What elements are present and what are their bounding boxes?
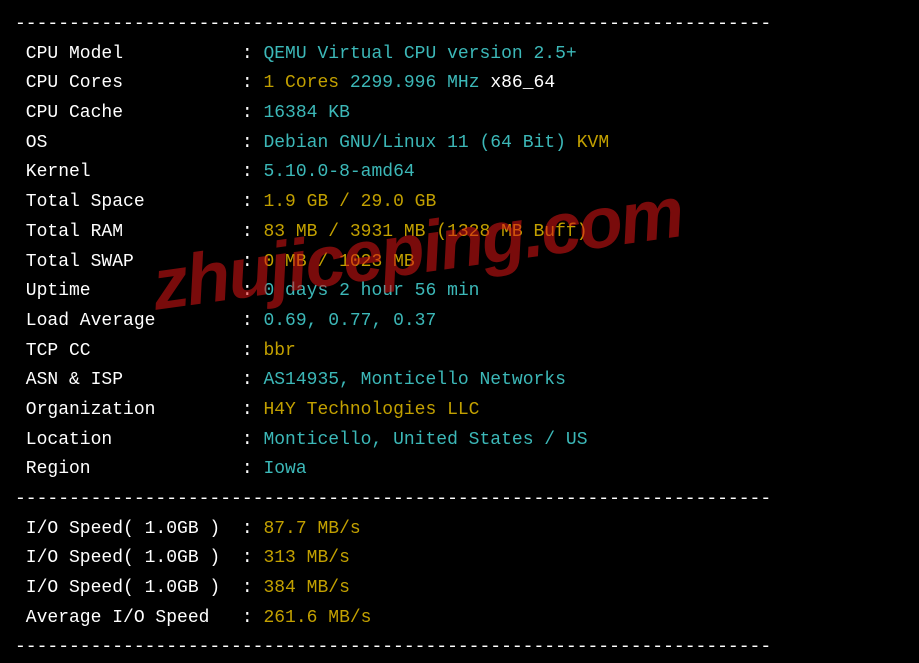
row-separator: :: [242, 162, 264, 182]
row-separator: :: [242, 311, 264, 331]
row-value: 0 MB / 1023 MB: [263, 252, 414, 272]
row-label: I/O Speed( 1.0GB ): [15, 519, 242, 539]
row-separator: :: [242, 459, 264, 479]
info-row: TCP CC : bbr: [15, 337, 904, 367]
row-value: 384 MB/s: [263, 578, 349, 598]
row-label: OS: [15, 133, 242, 153]
row-label: CPU Cores: [15, 73, 242, 93]
info-row: I/O Speed( 1.0GB ) : 384 MB/s: [15, 574, 904, 604]
info-row: CPU Cores : 1 Cores 2299.996 MHz x86_64: [15, 69, 904, 99]
info-row: Total RAM : 83 MB / 3931 MB (1328 MB Buf…: [15, 218, 904, 248]
row-label: Total Space: [15, 192, 242, 212]
info-row: Total Space : 1.9 GB / 29.0 GB: [15, 188, 904, 218]
row-label: Total RAM: [15, 222, 242, 242]
row-value: 1.9 GB / 29.0 GB: [263, 192, 436, 212]
info-row: Kernel : 5.10.0-8-amd64: [15, 158, 904, 188]
info-row: Average I/O Speed : 261.6 MB/s: [15, 604, 904, 634]
row-value: Monticello, United States / US: [263, 430, 587, 450]
row-value: Iowa: [263, 459, 306, 479]
info-row: Total SWAP : 0 MB / 1023 MB: [15, 248, 904, 278]
row-separator: :: [242, 44, 264, 64]
row-value: 261.6 MB/s: [263, 608, 371, 628]
row-label: Region: [15, 459, 242, 479]
row-label: Total SWAP: [15, 252, 242, 272]
row-separator: :: [242, 103, 264, 123]
row-value: 83 MB / 3931 MB (1328 MB Buff): [263, 222, 587, 242]
row-value: H4Y Technologies LLC: [263, 400, 479, 420]
row-separator: :: [242, 578, 264, 598]
row-separator: :: [242, 400, 264, 420]
info-row: Organization : H4Y Technologies LLC: [15, 396, 904, 426]
row-value: 2299.996 MHz: [350, 73, 490, 93]
row-separator: :: [242, 192, 264, 212]
row-value: KVM: [577, 133, 609, 153]
row-separator: :: [242, 133, 264, 153]
row-label: Load Average: [15, 311, 242, 331]
row-label: Uptime: [15, 281, 242, 301]
row-label: ASN & ISP: [15, 370, 242, 390]
row-label: Kernel: [15, 162, 242, 182]
row-separator: :: [242, 519, 264, 539]
row-value: 87.7 MB/s: [263, 519, 360, 539]
row-value: 5.10.0-8-amd64: [263, 162, 414, 182]
info-row: I/O Speed( 1.0GB ) : 87.7 MB/s: [15, 515, 904, 545]
row-value: Debian GNU/Linux 11 (64 Bit): [263, 133, 576, 153]
row-value: QEMU Virtual CPU version 2.5+: [263, 44, 576, 64]
row-label: TCP CC: [15, 341, 242, 361]
row-separator: :: [242, 222, 264, 242]
info-row: ASN & ISP : AS14935, Monticello Networks: [15, 366, 904, 396]
io-speed-section: I/O Speed( 1.0GB ) : 87.7 MB/s I/O Speed…: [15, 515, 904, 634]
row-separator: :: [242, 341, 264, 361]
divider-top: ----------------------------------------…: [15, 10, 904, 40]
row-separator: :: [242, 252, 264, 272]
info-row: Load Average : 0.69, 0.77, 0.37: [15, 307, 904, 337]
row-value: 313 MB/s: [263, 548, 349, 568]
row-separator: :: [242, 281, 264, 301]
info-row: I/O Speed( 1.0GB ) : 313 MB/s: [15, 544, 904, 574]
row-label: Location: [15, 430, 242, 450]
row-label: Average I/O Speed: [15, 608, 242, 628]
info-row: Uptime : 0 days 2 hour 56 min: [15, 277, 904, 307]
row-label: I/O Speed( 1.0GB ): [15, 578, 242, 598]
row-value: 16384 KB: [263, 103, 349, 123]
info-row: Location : Monticello, United States / U…: [15, 426, 904, 456]
row-separator: :: [242, 370, 264, 390]
info-row: Region : Iowa: [15, 455, 904, 485]
row-separator: :: [242, 548, 264, 568]
row-label: Organization: [15, 400, 242, 420]
info-row: CPU Model : QEMU Virtual CPU version 2.5…: [15, 40, 904, 70]
info-row: OS : Debian GNU/Linux 11 (64 Bit) KVM: [15, 129, 904, 159]
row-value: AS14935, Monticello Networks: [263, 370, 565, 390]
row-label: CPU Cache: [15, 103, 242, 123]
row-value: 0.69, 0.77, 0.37: [263, 311, 436, 331]
row-label: I/O Speed( 1.0GB ): [15, 548, 242, 568]
row-separator: :: [242, 73, 264, 93]
info-row: CPU Cache : 16384 KB: [15, 99, 904, 129]
divider-mid: ----------------------------------------…: [15, 485, 904, 515]
row-separator: :: [242, 608, 264, 628]
system-info-section: CPU Model : QEMU Virtual CPU version 2.5…: [15, 40, 904, 485]
row-value: 0 days 2 hour 56 min: [263, 281, 479, 301]
row-value: x86_64: [490, 73, 555, 93]
row-label: CPU Model: [15, 44, 242, 64]
divider-bottom: ----------------------------------------…: [15, 633, 904, 663]
row-separator: :: [242, 430, 264, 450]
row-value: bbr: [263, 341, 295, 361]
row-value: 1 Cores: [263, 73, 349, 93]
